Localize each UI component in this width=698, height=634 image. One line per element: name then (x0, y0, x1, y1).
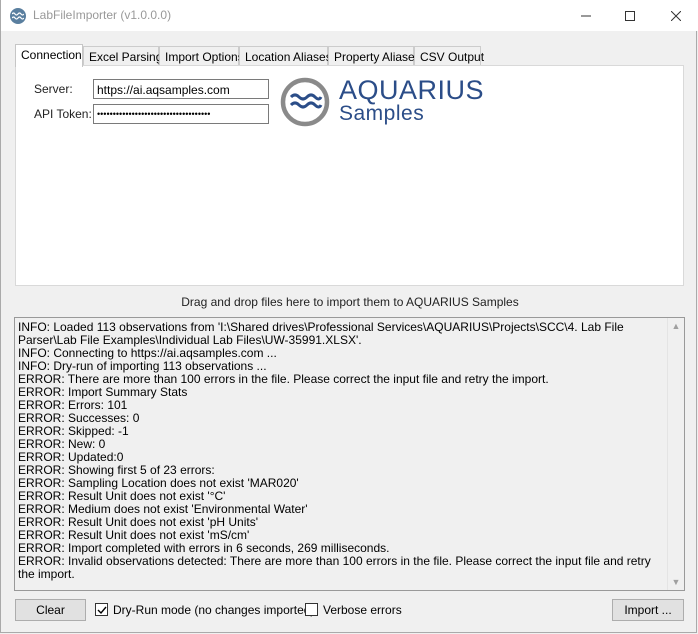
title-bar: LabFileImporter (v1.0.0.0) (1, 0, 698, 31)
window-title: LabFileImporter (v1.0.0.0) (33, 8, 172, 22)
checkmark-icon (97, 606, 107, 615)
waves-circle-icon (280, 77, 330, 127)
close-icon (671, 10, 681, 21)
tab-connection[interactable]: Connection (15, 44, 83, 67)
log-output[interactable]: INFO: Loaded 113 observations from 'I:\S… (14, 317, 685, 591)
dropzone-hint[interactable]: Drag and drop files here to import them … (1, 295, 698, 309)
import-button[interactable]: Import ... (612, 599, 684, 621)
log-lines: INFO: Loaded 113 observations from 'I:\S… (18, 321, 666, 581)
verbose-errors-label[interactable]: Verbose errors (323, 603, 402, 617)
verbose-errors-checkbox[interactable] (305, 603, 318, 616)
server-input[interactable]: https://ai.aqsamples.com (93, 79, 269, 99)
api-token-label: API Token: (34, 107, 92, 121)
tab-import-options[interactable]: Import Options (159, 46, 244, 66)
server-label: Server: (34, 82, 73, 96)
minimize-icon (581, 15, 591, 16)
minimize-button[interactable] (563, 0, 609, 31)
maximize-icon (625, 10, 635, 21)
log-line: ERROR: Invalid observations detected: Th… (18, 554, 655, 581)
tab-excel-parsing[interactable]: Excel Parsing (83, 46, 162, 66)
log-scrollbar[interactable]: ▲ ▼ (667, 318, 684, 590)
scroll-up-icon[interactable]: ▲ (668, 318, 684, 334)
scroll-down-icon[interactable]: ▼ (668, 574, 684, 590)
dry-run-label[interactable]: Dry-Run mode (no changes imported) (113, 603, 314, 617)
log-line: INFO: Loaded 113 observations from 'I:\S… (18, 320, 628, 347)
tab-location-aliases[interactable]: Location Aliases (239, 46, 332, 66)
maximize-button[interactable] (607, 0, 653, 31)
main-window: LabFileImporter (v1.0.0.0) Connection Ex… (0, 0, 698, 633)
app-icon (10, 8, 26, 24)
clear-button[interactable]: Clear (15, 599, 86, 621)
logo-subtitle: Samples (339, 102, 425, 125)
tab-property-aliases[interactable]: Property Aliases (328, 46, 421, 66)
close-button[interactable] (653, 0, 698, 31)
tab-csv-output[interactable]: CSV Output (414, 46, 484, 66)
api-token-input[interactable]: •••••••••••••••••••••••••••••••••••• (93, 104, 269, 124)
dry-run-checkbox[interactable] (95, 603, 108, 616)
log-line: ERROR: Skipped: -1 (18, 424, 129, 438)
